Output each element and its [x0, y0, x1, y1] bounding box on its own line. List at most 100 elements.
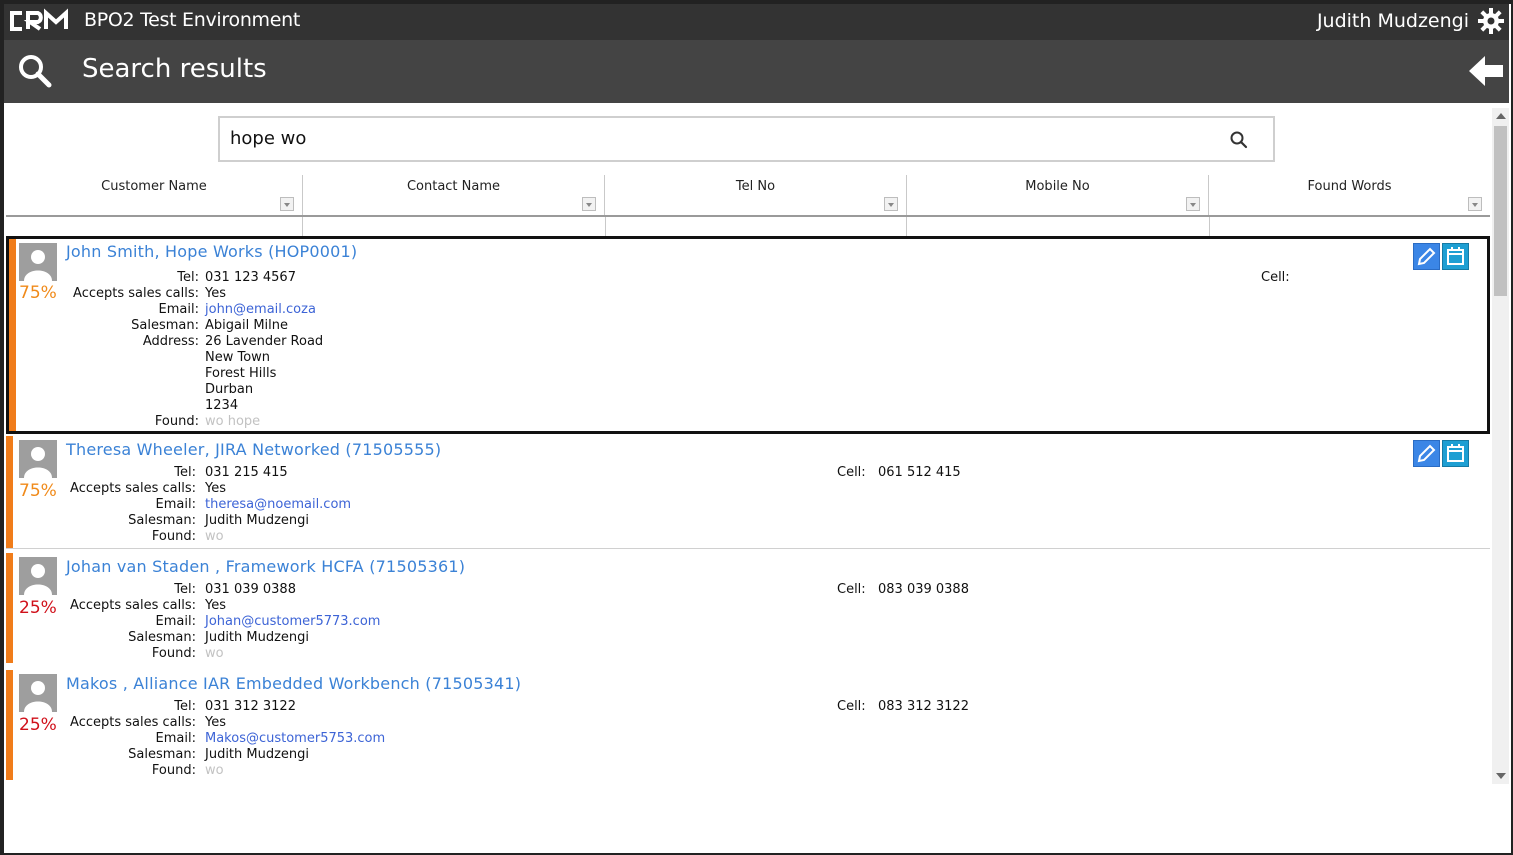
tel-value[interactable]: 031 039 0388: [205, 582, 296, 598]
email-link[interactable]: john@email.coza: [205, 302, 316, 318]
found-value: wo hope: [205, 414, 261, 429]
arrow-left-icon[interactable]: [1467, 53, 1505, 89]
sales-label: Accepts sales calls:: [70, 598, 196, 613]
search-icon[interactable]: [1229, 130, 1249, 150]
filter-dropdown-icon[interactable]: [884, 197, 898, 211]
sales-value: Yes: [205, 598, 226, 613]
filter-dropdown-icon[interactable]: [1468, 197, 1482, 211]
page-header: Search results: [4, 40, 1509, 103]
column-label: Tel No: [735, 179, 776, 194]
scroll-down-icon[interactable]: [1496, 773, 1506, 779]
result-row[interactable]: 25% Johan van Staden , Framework HCFA (7…: [6, 553, 1490, 663]
column-customer-name[interactable]: Customer Name: [6, 175, 303, 215]
filter-row: [6, 217, 1490, 236]
cell-value[interactable]: 083 039 0388: [878, 582, 969, 597]
tel-value[interactable]: 031 215 415: [205, 465, 288, 481]
email-label: Email:: [155, 614, 196, 629]
tel-label: Tel:: [174, 582, 196, 597]
salesman-label: Salesman:: [128, 513, 196, 528]
salesman-label: Salesman:: [128, 747, 196, 762]
found-label: Found:: [151, 763, 196, 778]
address-line: Durban: [205, 382, 254, 397]
search-value[interactable]: hope wo: [230, 128, 306, 149]
scrollbar[interactable]: [1492, 108, 1509, 784]
filter-dropdown-icon[interactable]: [280, 197, 294, 211]
cell-value[interactable]: 083 312 3122: [878, 699, 969, 714]
tel-label: Tel:: [177, 270, 199, 285]
email-label: Email:: [155, 497, 196, 512]
gear-icon[interactable]: [1477, 7, 1505, 35]
search-input[interactable]: hope wo: [218, 116, 1275, 162]
salesman-value: Abigail Milne: [205, 318, 289, 333]
cell-label: Cell:: [837, 699, 866, 714]
cell-value[interactable]: 061 512 415: [878, 465, 961, 480]
email-label: Email:: [158, 302, 199, 317]
result-row[interactable]: 75% Theresa Wheeler, JIRA Networked (715…: [6, 436, 1490, 549]
filter-cell[interactable]: [906, 217, 1210, 236]
page-title: Search results: [82, 54, 267, 84]
found-value: wo: [205, 763, 224, 778]
found-value: wo: [205, 646, 224, 661]
filter-dropdown-icon[interactable]: [582, 197, 596, 211]
details: Tel: 031 215 415 Accepts sales calls: Ye…: [6, 465, 706, 545]
email-label: Email:: [155, 731, 196, 746]
found-label: Found:: [154, 414, 199, 429]
address-line: Forest Hills: [205, 366, 277, 381]
sales-label: Accepts sales calls:: [70, 715, 196, 730]
tel-value[interactable]: 031 312 3122: [205, 699, 296, 715]
sales-label: Accepts sales calls:: [70, 481, 196, 496]
result-row[interactable]: 25% Makos , Alliance IAR Embedded Workbe…: [6, 670, 1490, 780]
schedule-button[interactable]: [1442, 243, 1469, 270]
app-title: BPO2 Test Environment: [84, 9, 301, 31]
customer-name-link[interactable]: Theresa Wheeler, JIRA Networked (7150555…: [66, 440, 441, 459]
crm-logo[interactable]: [8, 8, 72, 34]
tel-value[interactable]: 031 123 4567: [205, 270, 296, 286]
salesman-value: Judith Mudzengi: [205, 747, 310, 762]
cell-label: Cell:: [837, 582, 866, 597]
pencil-icon: [1417, 247, 1436, 266]
column-label: Found Words: [1307, 179, 1392, 194]
cell-label: Cell:: [1261, 270, 1290, 285]
calendar-icon: [1447, 247, 1464, 265]
column-label: Contact Name: [406, 179, 501, 194]
column-label: Customer Name: [101, 179, 207, 194]
filter-cell[interactable]: [302, 217, 606, 236]
email-link[interactable]: theresa@noemail.com: [205, 497, 351, 513]
address-line: 1234: [205, 398, 239, 413]
tel-label: Tel:: [174, 699, 196, 714]
user-name[interactable]: Judith Mudzengi: [1317, 10, 1469, 32]
found-value: wo: [205, 529, 224, 544]
found-label: Found:: [151, 529, 196, 544]
sales-value: Yes: [205, 481, 226, 496]
tel-label: Tel:: [174, 465, 196, 480]
email-link[interactable]: Makos@customer5753.com: [205, 731, 385, 747]
column-tel-no[interactable]: Tel No: [605, 175, 907, 215]
salesman-value: Judith Mudzengi: [205, 513, 310, 528]
schedule-button[interactable]: [1442, 440, 1469, 467]
found-label: Found:: [151, 646, 196, 661]
sales-value: Yes: [205, 715, 226, 730]
column-found-words[interactable]: Found Words: [1209, 175, 1490, 215]
address-label: Address:: [142, 334, 199, 349]
edit-button[interactable]: [1413, 243, 1440, 270]
edit-button[interactable]: [1413, 440, 1440, 467]
app-header: BPO2 Test Environment Judith Mudzengi: [4, 4, 1509, 40]
column-contact-name[interactable]: Contact Name: [303, 175, 605, 215]
search-icon[interactable]: [16, 52, 54, 90]
details: Tel: 031 123 4567 Accepts sales calls: Y…: [9, 270, 709, 440]
email-link[interactable]: Johan@customer5773.com: [205, 614, 380, 630]
address-line: 26 Lavender Road: [205, 334, 324, 349]
customer-name-link[interactable]: John Smith, Hope Works (HOP0001): [66, 242, 357, 261]
address-line: New Town: [205, 350, 271, 365]
sales-value: Yes: [205, 286, 226, 301]
customer-name-link[interactable]: Johan van Staden , Framework HCFA (71505…: [66, 557, 465, 576]
salesman-label: Salesman:: [128, 630, 196, 645]
scroll-thumb[interactable]: [1494, 126, 1507, 296]
scroll-up-icon[interactable]: [1496, 113, 1506, 119]
customer-name-link[interactable]: Makos , Alliance IAR Embedded Workbench …: [66, 674, 521, 693]
filter-dropdown-icon[interactable]: [1186, 197, 1200, 211]
column-mobile-no[interactable]: Mobile No: [907, 175, 1209, 215]
result-row[interactable]: 75% John Smith, Hope Works (HOP0001) Tel…: [6, 236, 1490, 434]
details: Tel: 031 312 3122 Accepts sales calls: Y…: [6, 699, 706, 779]
results-header: Customer Name Contact Name Tel No Mobile…: [6, 175, 1490, 217]
